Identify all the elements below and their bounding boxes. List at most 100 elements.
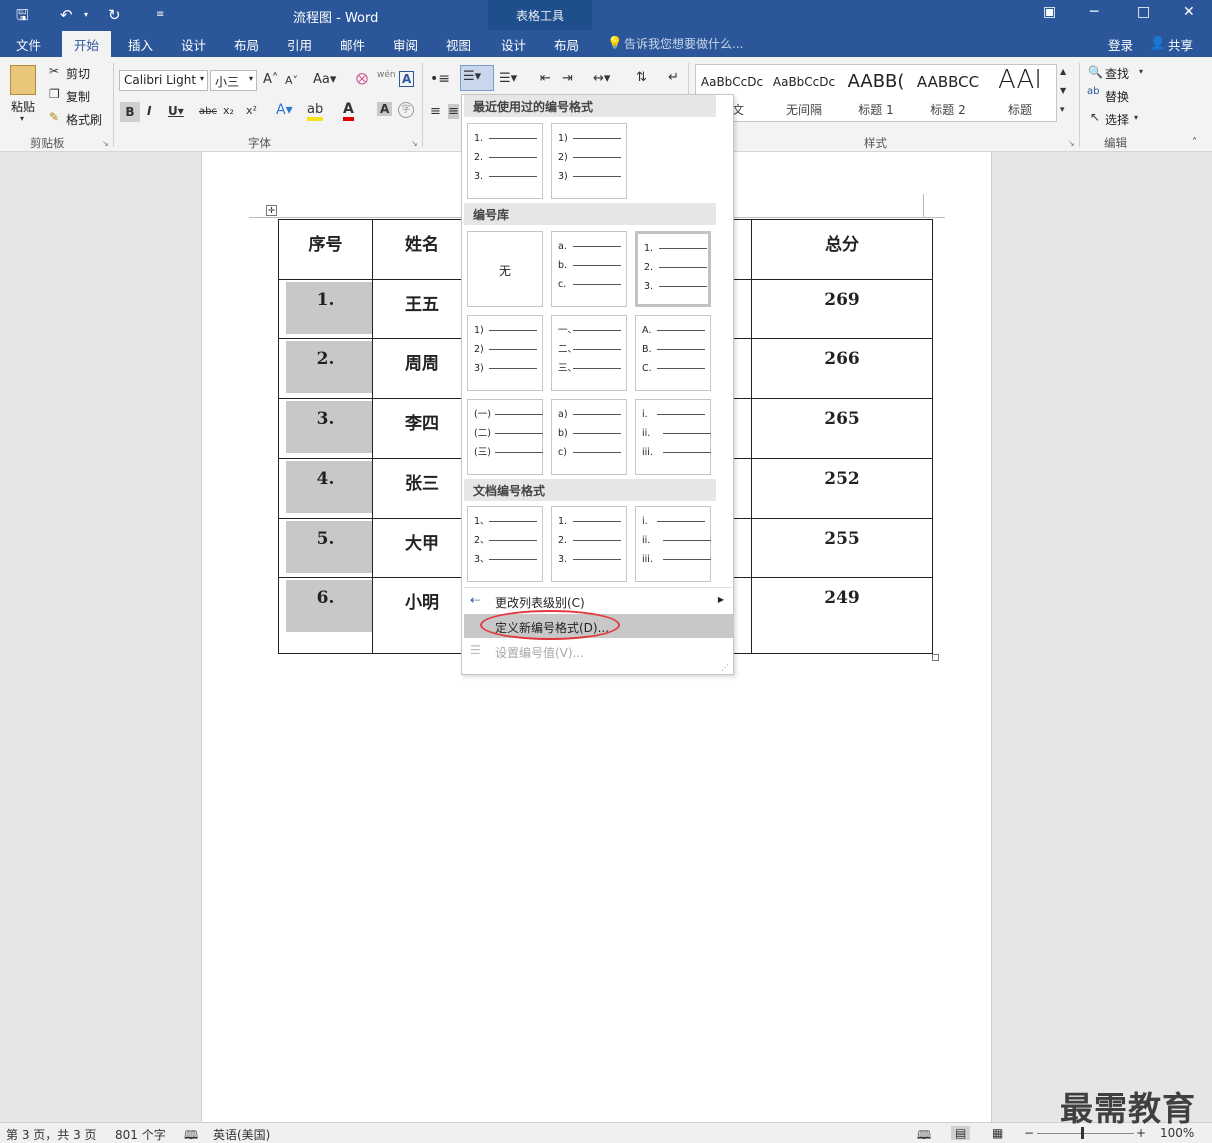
font-size-dropdown-icon[interactable]: ▾ — [249, 74, 253, 83]
multilevel-list-icon[interactable]: ☰▾ — [499, 71, 517, 86]
sort-icon[interactable]: ⇅ — [636, 70, 647, 85]
styles-scroll-down-icon[interactable]: ▼ — [1060, 86, 1066, 95]
select-button[interactable]: 选择 — [1105, 111, 1129, 128]
row-number-cell[interactable]: 3. — [278, 398, 373, 459]
minimize-icon[interactable]: ─ — [1090, 4, 1098, 20]
page-count[interactable]: 第 3 页，共 3 页 — [6, 1126, 97, 1143]
document-format-1[interactable]: 1、 2、 3、 — [467, 506, 543, 582]
library-format-3[interactable]: 1. 2. 3. — [635, 231, 711, 307]
character-shading-icon[interactable]: A — [377, 102, 393, 116]
increase-indent-icon[interactable]: ⇥ — [562, 71, 573, 86]
row-name[interactable]: 张三 — [372, 458, 472, 519]
tab-view[interactable]: 视图 — [446, 35, 471, 54]
library-format-none[interactable]: 无 — [467, 231, 543, 307]
word-count[interactable]: 801 个字 — [115, 1126, 166, 1143]
row-name[interactable]: 王五 — [372, 279, 472, 339]
shrink-font-icon[interactable]: A˅ — [285, 74, 298, 87]
tell-me-input[interactable]: 告诉我您想要做什么... — [624, 35, 743, 52]
row-total[interactable]: 269 — [751, 279, 933, 339]
row-name[interactable]: 李四 — [372, 398, 472, 459]
library-format-2[interactable]: a. b. c. — [551, 231, 627, 307]
share-button[interactable]: 共享 — [1168, 35, 1193, 54]
header-name[interactable]: 姓名 — [372, 219, 472, 280]
library-format-6[interactable]: A. B. C. — [635, 315, 711, 391]
undo-icon[interactable]: ↶ — [60, 5, 73, 25]
underline-icon[interactable]: U▾ — [168, 104, 184, 118]
tab-insert[interactable]: 插入 — [128, 35, 153, 54]
italic-icon[interactable]: I — [147, 104, 151, 118]
style-heading-2[interactable]: AABBCC 标题 2 — [912, 65, 984, 121]
proofing-icon[interactable]: 🕮 — [184, 1126, 198, 1143]
numbering-icon[interactable]: ☰▾ — [460, 65, 494, 91]
bold-icon[interactable]: B — [120, 102, 140, 122]
align-left-icon[interactable]: ≡ — [430, 104, 441, 119]
paste-icon[interactable] — [10, 65, 36, 95]
set-numbering-value-item[interactable]: ☰ 设置编号值(V)... — [464, 639, 733, 663]
row-total[interactable]: 252 — [751, 458, 933, 519]
center-icon[interactable]: ≡ — [448, 104, 459, 119]
row-total[interactable]: 266 — [751, 338, 933, 399]
styles-more-icon[interactable]: ▾ — [1060, 105, 1065, 115]
collapse-ribbon-icon[interactable]: ˄ — [1192, 137, 1197, 148]
tab-mailings[interactable]: 邮件 — [340, 35, 365, 54]
table-resize-handle[interactable] — [932, 654, 939, 661]
find-dropdown-icon[interactable]: ▾ — [1139, 67, 1143, 76]
read-mode-icon[interactable]: 🕮 — [917, 1126, 931, 1143]
change-list-level-item[interactable]: ⇠ 更改列表级别(C) ▶ — [464, 589, 733, 613]
zoom-out-icon[interactable]: − — [1024, 1126, 1034, 1140]
clipboard-launcher-icon[interactable]: ↘ — [102, 139, 109, 148]
phonetic-guide-icon[interactable]: wén — [377, 70, 396, 80]
row-number-cell[interactable]: 5. — [278, 518, 373, 578]
undo-dropdown-icon[interactable]: ▾ — [84, 5, 88, 25]
tab-home[interactable]: 开始 — [62, 31, 112, 57]
show-formatting-icon[interactable]: ↵ — [668, 70, 679, 85]
row-number-cell[interactable]: 2. — [278, 338, 373, 399]
row-number-cell[interactable]: 6. — [278, 577, 373, 654]
strikethrough-icon[interactable]: abc — [199, 106, 217, 117]
library-format-9[interactable]: i. ii. iii. — [635, 399, 711, 475]
row-name[interactable]: 小明 — [372, 577, 472, 654]
tab-review[interactable]: 审阅 — [393, 35, 418, 54]
print-layout-icon[interactable]: ▤ — [951, 1126, 971, 1140]
text-effects-icon[interactable]: A▾ — [276, 102, 293, 118]
row-total[interactable]: 265 — [751, 398, 933, 459]
document-format-3[interactable]: i. ii. iii. — [635, 506, 711, 582]
styles-launcher-icon[interactable]: ↘ — [1068, 139, 1075, 148]
sign-in-link[interactable]: 登录 — [1108, 35, 1133, 54]
bullets-icon[interactable]: •≡ — [430, 71, 450, 87]
maximize-icon[interactable]: □ — [1137, 4, 1150, 20]
font-name-dropdown-icon[interactable]: ▾ — [200, 74, 204, 83]
cut-button[interactable]: 剪切 — [66, 65, 90, 82]
ribbon-display-icon[interactable]: ▣ — [1043, 4, 1056, 20]
row-total[interactable]: 255 — [751, 518, 933, 578]
replace-button[interactable]: 替换 — [1105, 88, 1129, 105]
copy-button[interactable]: 复制 — [66, 88, 90, 105]
highlight-color-icon[interactable]: ab — [307, 102, 324, 121]
row-number-cell[interactable]: 4. — [278, 458, 373, 519]
save-icon[interactable]: 🖫 — [16, 5, 29, 25]
close-icon[interactable]: ✕ — [1183, 4, 1195, 20]
style-heading-1[interactable]: AABB( 标题 1 — [840, 65, 912, 121]
paste-dropdown-icon[interactable]: ▾ — [20, 114, 24, 123]
format-painter-button[interactable]: 格式刷 — [66, 111, 102, 128]
recent-format-1[interactable]: 1. 2. 3. — [467, 123, 543, 199]
document-format-2[interactable]: 1. 2. 3. — [551, 506, 627, 582]
enclosed-character-icon[interactable]: 字 — [398, 102, 414, 118]
row-name[interactable]: 周周 — [372, 338, 472, 399]
style-no-spacing[interactable]: AaBbCcDc 无间隔 — [768, 65, 840, 121]
table-move-handle-icon[interactable]: ✛ — [266, 205, 277, 216]
select-dropdown-icon[interactable]: ▾ — [1134, 113, 1138, 122]
header-total[interactable]: 总分 — [751, 219, 933, 280]
superscript-icon[interactable]: x² — [246, 104, 257, 117]
chinese-layout-icon[interactable]: ↔▾ — [593, 71, 610, 86]
character-border-icon[interactable]: A — [399, 71, 415, 87]
change-case-icon[interactable]: Aa▾ — [313, 72, 336, 87]
font-launcher-icon[interactable]: ↘ — [411, 139, 418, 148]
customize-toolbar-icon[interactable]: ≡ — [156, 5, 164, 25]
tab-design[interactable]: 设计 — [181, 35, 206, 54]
tab-table-layout[interactable]: 布局 — [554, 35, 579, 54]
paste-button[interactable]: 粘贴 — [11, 98, 35, 115]
styles-scroll-up-icon[interactable]: ▲ — [1060, 67, 1066, 76]
library-format-4[interactable]: 1) 2) 3) — [467, 315, 543, 391]
font-color-icon[interactable]: A — [343, 101, 354, 121]
